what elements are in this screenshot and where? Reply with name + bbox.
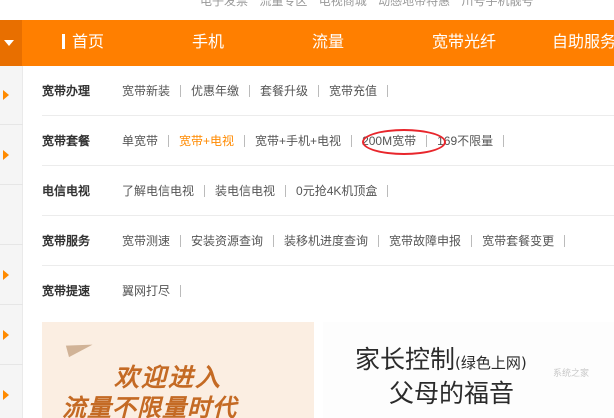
menu-row-broadband-packages: 宽带套餐 单宽带 宽带+电视 宽带+手机+电视 200M宽带 169不限量 xyxy=(42,116,614,166)
banner-subheadline: 父母的福音 xyxy=(389,379,515,408)
menu-link[interactable]: 0元抢4K机顶盒 xyxy=(296,166,377,216)
banner-headline-note: (绿色上网) xyxy=(455,354,527,372)
row-title: 宽带办理 xyxy=(42,84,91,98)
row-links: 宽带新装 优惠年缴 套餐升级 宽带充值 xyxy=(122,66,398,116)
divider xyxy=(0,184,23,185)
separator xyxy=(503,135,505,147)
paper-plane-icon xyxy=(65,338,95,358)
divider xyxy=(0,304,23,305)
separator xyxy=(351,135,353,147)
arrow-right-icon[interactable] xyxy=(3,270,9,280)
separator xyxy=(273,235,275,247)
menu-link[interactable]: 套餐升级 xyxy=(260,66,308,116)
menu-row-broadband-service: 宽带服务 宽带测速 安装资源查询 装移机进度查询 宽带故障申报 宽带套餐变更 xyxy=(42,216,614,266)
menu-link[interactable]: 宽带套餐变更 xyxy=(482,216,554,266)
menu-link[interactable]: 安装资源查询 xyxy=(191,216,263,266)
menu-row-speed-up: 宽带提速 翼网打尽 xyxy=(42,266,614,316)
row-links: 单宽带 宽带+电视 宽带+手机+电视 200M宽带 169不限量 xyxy=(122,116,514,166)
nav-item-phone[interactable]: 手机 xyxy=(192,20,224,66)
separator xyxy=(285,185,287,197)
separator xyxy=(318,85,320,97)
separator xyxy=(249,85,251,97)
arrow-right-icon[interactable] xyxy=(3,90,9,100)
menu-link[interactable]: 宽带+手机+电视 xyxy=(255,116,341,166)
separator xyxy=(180,285,182,297)
separator xyxy=(244,135,246,147)
row-links: 了解电信电视 装电信电视 0元抢4K机顶盒 xyxy=(122,166,398,216)
menu-row-broadband-apply: 宽带办理 宽带新装 优惠年缴 套餐升级 宽带充值 xyxy=(42,66,614,116)
menu-row-telecom-tv: 电信电视 了解电信电视 装电信电视 0元抢4K机顶盒 xyxy=(42,166,614,216)
nav-item-data[interactable]: 流量 xyxy=(312,20,344,66)
nav-item-self-service[interactable]: 自助服务 xyxy=(552,20,614,66)
menu-link[interactable]: 翼网打尽 xyxy=(122,266,170,316)
row-title: 电信电视 xyxy=(42,184,91,198)
top-link[interactable]: 流量专区 xyxy=(259,0,307,8)
promo-banner-unlimited-data[interactable]: 欢迎进入 流量不限量时代 xyxy=(42,322,314,418)
separator xyxy=(387,185,389,197)
top-link[interactable]: 川号手机靓号 xyxy=(461,0,533,8)
nav-item-broadband[interactable]: 宽带光纤 xyxy=(432,20,496,66)
menu-link-active[interactable]: 宽带+电视 xyxy=(179,116,234,166)
arrow-right-icon[interactable] xyxy=(3,390,9,400)
promo-banner-parental-control[interactable]: 家长控制(绿色上网) 父母的福音 系统之家 xyxy=(323,322,614,418)
separator xyxy=(204,185,206,197)
category-sidebar xyxy=(0,66,23,418)
row-title: 宽带提速 xyxy=(42,284,91,298)
menu-link[interactable]: 宽带充值 xyxy=(329,66,377,116)
top-links: 电子发票 流量专区 电视商城 动感地带特惠 川号手机靓号 xyxy=(200,0,541,9)
separator xyxy=(564,235,566,247)
chevron-down-icon[interactable] xyxy=(0,20,22,66)
menu-link[interactable]: 单宽带 xyxy=(122,116,158,166)
row-links: 宽带测速 安装资源查询 装移机进度查询 宽带故障申报 宽带套餐变更 xyxy=(122,216,575,266)
menu-link[interactable]: 了解电信电视 xyxy=(122,166,194,216)
divider xyxy=(0,364,23,365)
main-nav: 首页 手机 流量 宽带光纤 自助服务 xyxy=(0,20,614,66)
row-links: 翼网打尽 xyxy=(122,266,191,316)
separator xyxy=(180,235,182,247)
menu-link[interactable]: 宽带新装 xyxy=(122,66,170,116)
arrow-right-icon[interactable] xyxy=(3,330,9,340)
banner-subheadline: 流量不限量时代 xyxy=(62,394,237,418)
top-link[interactable]: 电视商城 xyxy=(319,0,367,8)
menu-link[interactable]: 装电信电视 xyxy=(215,166,275,216)
separator xyxy=(471,235,473,247)
red-circle-annotation xyxy=(362,129,446,155)
banner-headline: 家长控制(绿色上网) xyxy=(355,340,527,376)
top-utility-bar: 电子发票 流量专区 电视商城 动感地带特惠 川号手机靓号 xyxy=(0,0,614,20)
separator xyxy=(168,135,170,147)
banner-headline-main: 家长控制 xyxy=(355,345,456,374)
arrow-right-icon[interactable] xyxy=(3,150,9,160)
menu-link[interactable]: 宽带故障申报 xyxy=(389,216,461,266)
divider xyxy=(0,244,23,245)
row-title: 宽带服务 xyxy=(42,234,91,248)
top-link[interactable]: 动感地带特惠 xyxy=(378,0,450,8)
menu-link[interactable]: 宽带测速 xyxy=(122,216,170,266)
menu-link[interactable]: 优惠年缴 xyxy=(191,66,239,116)
separator xyxy=(387,85,389,97)
divider xyxy=(0,124,23,125)
nav-item-home[interactable]: 首页 xyxy=(62,20,104,66)
watermark: 系统之家 xyxy=(553,368,590,378)
separator xyxy=(180,85,182,97)
menu-link[interactable]: 装移机进度查询 xyxy=(284,216,368,266)
separator xyxy=(378,235,380,247)
row-title: 宽带套餐 xyxy=(42,134,91,148)
top-link[interactable]: 电子发票 xyxy=(200,0,248,8)
